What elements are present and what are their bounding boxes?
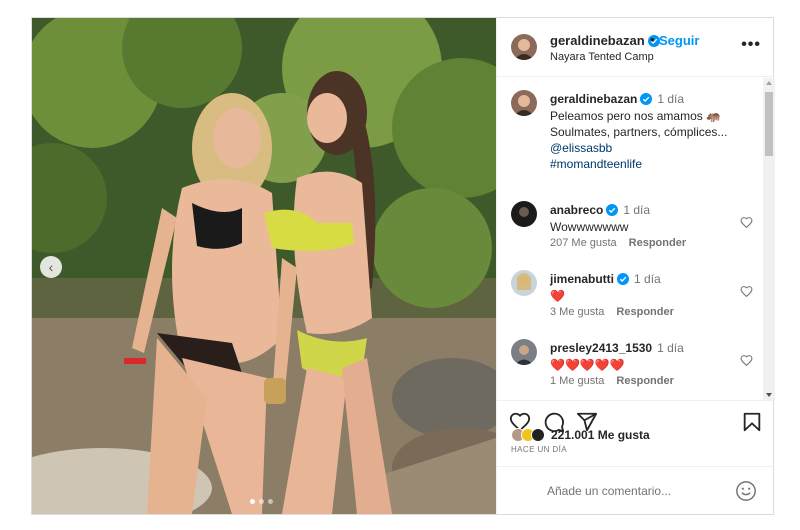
comment-meta: 3 Me gusta Responder bbox=[550, 306, 686, 318]
comment-header: presley2413_1530 1 día bbox=[550, 341, 684, 355]
more-options-icon[interactable]: ••• bbox=[741, 36, 761, 54]
comments-scrollbar[interactable] bbox=[763, 78, 775, 400]
comment-text: ❤️❤️❤️❤️❤️ bbox=[550, 358, 625, 372]
caption-line: Peleamos pero nos amamos 🦛 bbox=[550, 109, 722, 123]
header-username[interactable]: geraldinebazan bbox=[550, 33, 660, 48]
reply-button[interactable]: Responder bbox=[616, 306, 673, 318]
comment-likes[interactable]: 1 Me gusta bbox=[550, 375, 604, 387]
scrollbar-thumb[interactable] bbox=[765, 92, 773, 156]
comment-username[interactable]: anabreco bbox=[550, 203, 603, 217]
comment-likes[interactable]: 207 Me gusta bbox=[550, 237, 617, 249]
carousel-dot bbox=[259, 499, 264, 504]
follow-button[interactable]: Seguir bbox=[659, 33, 699, 48]
post-timestamp[interactable]: HACE UN DÍA bbox=[511, 445, 567, 454]
avatar[interactable] bbox=[511, 270, 537, 296]
comments-section[interactable]: geraldinebazan 1 día Peleamos pero nos am… bbox=[497, 78, 775, 400]
avatar[interactable] bbox=[511, 339, 537, 365]
comment-input[interactable] bbox=[547, 481, 727, 501]
post-details-panel: geraldinebazan • Seguir Nayara Tented Ca… bbox=[496, 18, 775, 514]
caption-mention-link[interactable]: @elissasbb bbox=[550, 140, 727, 156]
comment-meta: 1 Me gusta Responder bbox=[550, 375, 686, 387]
heart-icon[interactable] bbox=[740, 354, 753, 367]
comment-username[interactable]: jimenabutti bbox=[550, 272, 614, 286]
username-text[interactable]: geraldinebazan bbox=[550, 33, 645, 48]
reply-button[interactable]: Responder bbox=[616, 375, 673, 387]
location-link[interactable]: Nayara Tented Camp bbox=[550, 51, 654, 63]
add-comment-bar bbox=[497, 466, 775, 514]
verified-icon bbox=[606, 204, 619, 216]
scroll-down-arrow-icon[interactable] bbox=[766, 393, 772, 397]
caption-hashtag-link[interactable]: #momandteenlife bbox=[550, 156, 727, 172]
heart-icon[interactable] bbox=[740, 216, 753, 229]
header-separator: • bbox=[650, 32, 655, 47]
comment-header: anabreco 1 día bbox=[550, 203, 650, 217]
likes-count[interactable]: 221.001 Me gusta bbox=[551, 428, 650, 442]
scroll-up-arrow-icon[interactable] bbox=[766, 81, 772, 85]
heart-icon[interactable] bbox=[740, 285, 753, 298]
caption-username[interactable]: geraldinebazan bbox=[550, 92, 637, 106]
chevron-left-icon: ‹ bbox=[48, 259, 54, 275]
avatar[interactable] bbox=[511, 34, 537, 60]
carousel-dot bbox=[268, 499, 273, 504]
liker-avatar bbox=[531, 428, 545, 442]
comment-time[interactable]: 1 día bbox=[634, 272, 661, 286]
caption-line: Soulmates, partners, cómplices... bbox=[550, 125, 728, 139]
caption-header: geraldinebazan 1 día bbox=[550, 92, 684, 106]
post-photo[interactable]: ‹ bbox=[32, 18, 496, 514]
comment-text: Wowwwwwww bbox=[550, 220, 629, 234]
likes-summary[interactable]: 221.001 Me gusta bbox=[511, 426, 650, 444]
bookmark-icon[interactable] bbox=[741, 411, 763, 433]
reply-button[interactable]: Responder bbox=[629, 237, 686, 249]
comment-meta: 207 Me gusta Responder bbox=[550, 237, 698, 249]
comment-time[interactable]: 1 día bbox=[623, 203, 650, 217]
verified-icon bbox=[640, 93, 653, 105]
carousel-dot-active bbox=[250, 499, 255, 504]
avatar[interactable] bbox=[511, 201, 537, 227]
caption-text: Peleamos pero nos amamos 🦛 Soulmates, pa… bbox=[550, 108, 727, 172]
post-header: geraldinebazan • Seguir Nayara Tented Ca… bbox=[497, 18, 775, 77]
instagram-post: ‹ geraldinebazan • Seguir Nayara Tented … bbox=[31, 17, 775, 515]
verified-icon bbox=[617, 273, 630, 285]
comment-header: jimenabutti 1 día bbox=[550, 272, 661, 286]
caption-time[interactable]: 1 día bbox=[657, 92, 684, 106]
emoji-icon[interactable] bbox=[735, 480, 757, 502]
photo-illustration bbox=[32, 18, 496, 514]
comment-text: ❤️ bbox=[550, 289, 565, 303]
carousel-prev-button[interactable]: ‹ bbox=[40, 256, 62, 278]
carousel-dots bbox=[250, 499, 273, 504]
comment-time[interactable]: 1 día bbox=[657, 341, 684, 355]
avatar[interactable] bbox=[511, 90, 537, 116]
comment-username[interactable]: presley2413_1530 bbox=[550, 341, 652, 355]
comment-likes[interactable]: 3 Me gusta bbox=[550, 306, 604, 318]
